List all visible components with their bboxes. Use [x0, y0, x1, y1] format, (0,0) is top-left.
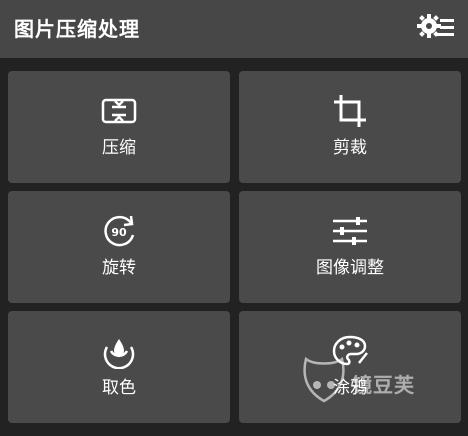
- tile-crop[interactable]: 剪裁: [239, 71, 461, 183]
- tile-label: 取色: [102, 378, 136, 398]
- watermark-logo-icon: [303, 356, 345, 403]
- adjust-sliders-icon: [333, 217, 367, 245]
- svg-text:90: 90: [111, 226, 127, 239]
- tile-image-adjust[interactable]: 图像调整: [239, 191, 461, 303]
- rotate-90-icon: 90: [104, 215, 135, 247]
- color-picker-icon: [103, 339, 135, 369]
- tile-color-picker[interactable]: 取色: [8, 311, 230, 423]
- settings-icon[interactable]: [416, 12, 456, 44]
- compress-icon: [101, 98, 137, 124]
- tile-label: 旋转: [102, 258, 136, 278]
- tile-compress[interactable]: 压缩: [8, 71, 230, 183]
- tile-label: 图像调整: [316, 258, 384, 278]
- page-title: 图片压缩处理: [14, 17, 140, 41]
- watermark-text: 镜豆芙: [352, 373, 415, 397]
- watermark: 镜豆芙: [300, 355, 450, 415]
- tile-rotate[interactable]: 90 旋转: [8, 191, 230, 303]
- crop-icon: [334, 95, 366, 127]
- tile-label: 剪裁: [333, 138, 367, 158]
- tile-label: 压缩: [102, 138, 136, 158]
- app-header: 图片压缩处理: [0, 0, 468, 58]
